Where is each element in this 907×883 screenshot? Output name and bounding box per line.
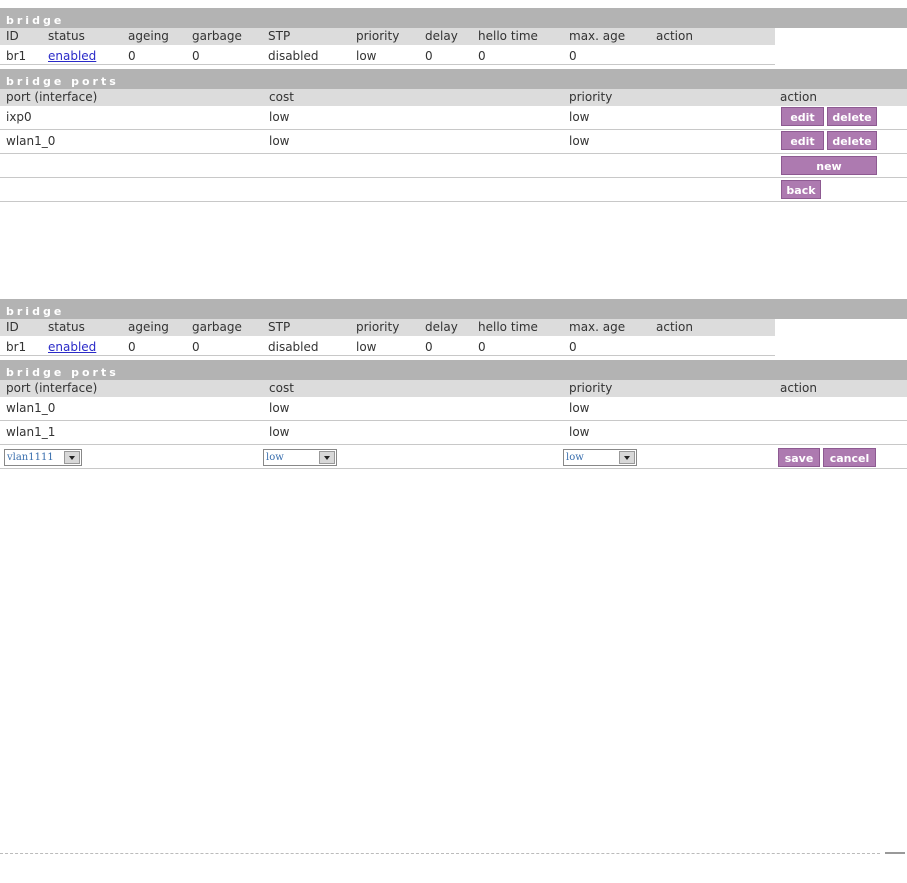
- footer-mark: [885, 852, 905, 854]
- bridge-panel-2: bridge ID status ageing garbage STP prio…: [0, 299, 907, 469]
- port-name: ixp0: [6, 110, 32, 124]
- col-status: status: [48, 320, 85, 334]
- col-port: port (interface): [6, 381, 98, 395]
- bridge-ageing: 0: [128, 49, 136, 63]
- table-row: ixp0 low low edit delete: [0, 106, 907, 130]
- edit-button[interactable]: edit: [781, 131, 824, 150]
- col-stp: STP: [268, 29, 291, 43]
- save-button[interactable]: save: [778, 448, 820, 467]
- port-cost: low: [269, 110, 290, 124]
- bridge-ports-section-title: bridge ports: [0, 360, 907, 380]
- bridge-id: br1: [6, 340, 27, 354]
- delete-button[interactable]: delete: [827, 107, 877, 126]
- ports-header-row: port (interface) cost priority action: [0, 380, 907, 397]
- status-enabled-link[interactable]: enabled: [48, 45, 96, 67]
- col-port: port (interface): [6, 90, 98, 104]
- col-hello-time: hello time: [478, 320, 538, 334]
- bridge-header-row: ID status ageing garbage STP priority de…: [0, 28, 775, 45]
- port-priority: low: [569, 134, 590, 148]
- col-ageing: ageing: [128, 29, 169, 43]
- port-name: wlan1_0: [6, 134, 56, 148]
- col-ageing: ageing: [128, 320, 169, 334]
- priority-select[interactable]: low: [563, 449, 637, 466]
- port-cost: low: [269, 401, 290, 415]
- bridge-stp: disabled: [268, 49, 319, 63]
- col-delay: delay: [425, 320, 458, 334]
- priority-select-value: low: [566, 452, 584, 463]
- col-id: ID: [6, 29, 19, 43]
- bridge-section-title: bridge: [0, 299, 907, 319]
- bridge-garbage: 0: [192, 340, 200, 354]
- bridge-ports-section-title: bridge ports: [0, 69, 907, 89]
- col-port-priority: priority: [569, 90, 613, 104]
- col-action: action: [656, 29, 693, 43]
- bridge-maxage: 0: [569, 340, 577, 354]
- bridge-stp: disabled: [268, 340, 319, 354]
- bridge-panel-1: bridge ID status ageing garbage STP prio…: [0, 8, 907, 202]
- ports-header-row: port (interface) cost priority action: [0, 89, 907, 106]
- bridge-delay: 0: [425, 340, 433, 354]
- bridge-delay: 0: [425, 49, 433, 63]
- port-cost: low: [269, 134, 290, 148]
- bridge-section-title: bridge: [0, 8, 907, 28]
- status-enabled-link[interactable]: enabled: [48, 336, 96, 358]
- bridge-table: ID status ageing garbage STP priority de…: [0, 28, 775, 65]
- chevron-down-icon[interactable]: [619, 451, 635, 464]
- col-garbage: garbage: [192, 29, 242, 43]
- bridge-ageing: 0: [128, 340, 136, 354]
- bridge-row: br1 enabled 0 0 disabled low 0 0 0: [0, 336, 775, 356]
- footer-divider: [0, 853, 880, 854]
- col-cost: cost: [269, 90, 294, 104]
- col-port-action: action: [780, 381, 817, 395]
- col-delay: delay: [425, 29, 458, 43]
- col-action: action: [656, 320, 693, 334]
- bridge-maxage: 0: [569, 49, 577, 63]
- bridge-id: br1: [6, 49, 27, 63]
- table-row: wlan1_0 low low: [0, 397, 907, 421]
- col-stp: STP: [268, 320, 291, 334]
- cancel-button[interactable]: cancel: [823, 448, 876, 467]
- port-priority: low: [569, 401, 590, 415]
- cost-select[interactable]: low: [263, 449, 337, 466]
- port-priority: low: [569, 425, 590, 439]
- col-cost: cost: [269, 381, 294, 395]
- col-priority: priority: [356, 320, 400, 334]
- col-garbage: garbage: [192, 320, 242, 334]
- port-select[interactable]: vlan1111: [4, 449, 82, 466]
- back-row: back: [0, 178, 907, 202]
- bridge-header-row: ID status ageing garbage STP priority de…: [0, 319, 775, 336]
- port-select-value: vlan1111: [7, 452, 54, 463]
- col-hello-time: hello time: [478, 29, 538, 43]
- delete-button[interactable]: delete: [827, 131, 877, 150]
- port-priority: low: [569, 110, 590, 124]
- bridge-priority: low: [356, 340, 377, 354]
- bridge-hello: 0: [478, 340, 486, 354]
- back-button[interactable]: back: [781, 180, 821, 199]
- port-name: wlan1_1: [6, 425, 56, 439]
- col-id: ID: [6, 320, 19, 334]
- bridge-hello: 0: [478, 49, 486, 63]
- bridge-garbage: 0: [192, 49, 200, 63]
- new-button[interactable]: new: [781, 156, 877, 175]
- table-row: wlan1_1 low low: [0, 421, 907, 445]
- bridge-priority: low: [356, 49, 377, 63]
- bridge-table: ID status ageing garbage STP priority de…: [0, 319, 775, 356]
- col-max-age: max. age: [569, 29, 626, 43]
- new-port-row: vlan1111 low low save cancel: [0, 445, 907, 469]
- cost-select-value: low: [266, 452, 284, 463]
- new-row: new: [0, 154, 907, 178]
- chevron-down-icon[interactable]: [64, 451, 80, 464]
- port-name: wlan1_0: [6, 401, 56, 415]
- chevron-down-icon[interactable]: [319, 451, 335, 464]
- table-row: wlan1_0 low low edit delete: [0, 130, 907, 154]
- col-port-priority: priority: [569, 381, 613, 395]
- port-cost: low: [269, 425, 290, 439]
- col-max-age: max. age: [569, 320, 626, 334]
- col-priority: priority: [356, 29, 400, 43]
- col-port-action: action: [780, 90, 817, 104]
- col-status: status: [48, 29, 85, 43]
- edit-button[interactable]: edit: [781, 107, 824, 126]
- bridge-row: br1 enabled 0 0 disabled low 0 0 0: [0, 45, 775, 65]
